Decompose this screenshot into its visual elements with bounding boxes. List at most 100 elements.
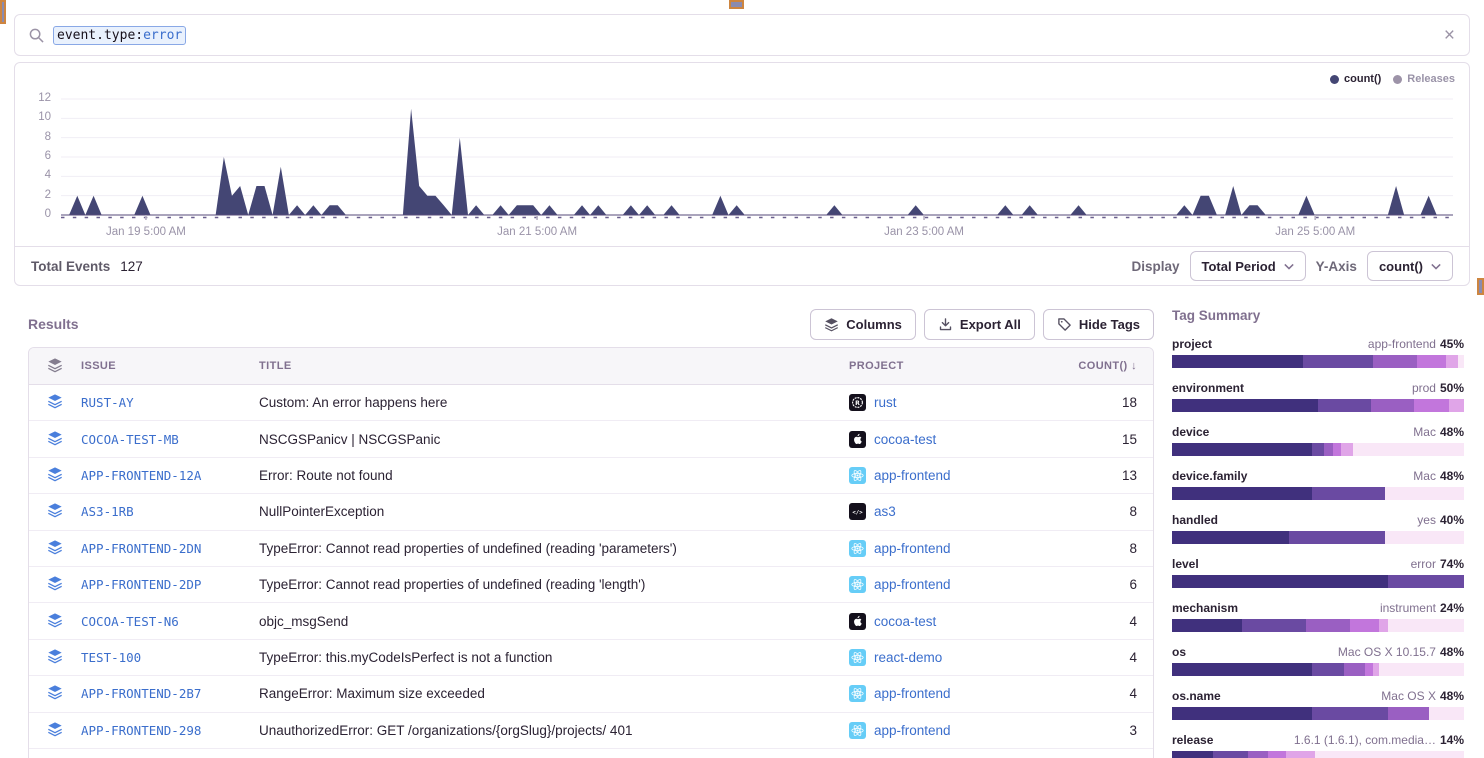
legend-item[interactable]: count() bbox=[1330, 73, 1381, 85]
chart-legend[interactable]: count() Releases bbox=[1330, 73, 1455, 85]
issue-stack-icon[interactable] bbox=[47, 721, 63, 740]
table-row[interactable]: APP-FRONTEND-298 UnauthorizedError: GET … bbox=[29, 713, 1153, 749]
issue-stack-icon[interactable] bbox=[47, 612, 63, 631]
project-link[interactable]: cocoa-test bbox=[874, 432, 936, 447]
event-count: 15 bbox=[1061, 432, 1153, 447]
react-platform-icon bbox=[849, 685, 866, 702]
project-link[interactable]: app-frontend bbox=[874, 723, 951, 738]
table-row[interactable]: APP-FRONTEND-12A Error: Route not found … bbox=[29, 458, 1153, 494]
x-tick-label: Jan 23 5:00 AM bbox=[884, 226, 964, 238]
table-row[interactable]: APP-FRONTEND-2DP TypeError: Cannot read … bbox=[29, 567, 1153, 603]
issue-link[interactable]: RUST-AY bbox=[81, 395, 134, 410]
issue-stack-icon[interactable] bbox=[47, 393, 63, 412]
tag-name: os.name bbox=[1172, 689, 1221, 703]
tag-top-value: yes bbox=[1417, 513, 1436, 527]
results-title: Results bbox=[28, 316, 79, 332]
clear-search-icon[interactable]: × bbox=[1444, 26, 1455, 45]
issue-title: NullPointerException bbox=[259, 504, 384, 519]
tag-name: project bbox=[1172, 337, 1212, 351]
y-tick-label: 6 bbox=[45, 150, 51, 162]
project-link[interactable]: rust bbox=[874, 395, 897, 410]
tag-distribution-bar[interactable] bbox=[1172, 443, 1464, 456]
issue-stack-icon[interactable] bbox=[47, 648, 63, 667]
issue-stack-icon[interactable] bbox=[47, 575, 63, 594]
chevron-down-icon bbox=[1284, 263, 1294, 270]
project-link[interactable]: cocoa-test bbox=[874, 614, 936, 629]
tag-distribution-bar[interactable] bbox=[1172, 751, 1464, 758]
x-tick-label: Jan 21 5:00 AM bbox=[497, 226, 577, 238]
project-link[interactable]: react-demo bbox=[874, 650, 942, 665]
issue-link[interactable]: AS3-1RB bbox=[81, 504, 134, 519]
tag-distribution-bar[interactable] bbox=[1172, 707, 1464, 720]
table-row[interactable]: TEST-100 TypeError: this.myCodeIsPerfect… bbox=[29, 640, 1153, 676]
yaxis-dropdown[interactable]: count() bbox=[1367, 251, 1453, 281]
tag-distribution-bar[interactable] bbox=[1172, 531, 1464, 544]
sort-desc-icon: ↓ bbox=[1131, 360, 1137, 372]
table-row[interactable]: COCOA-TEST-MB NSCGSPanicv | NSCGSPanic c… bbox=[29, 421, 1153, 457]
tag-top-percent: 14% bbox=[1440, 733, 1464, 747]
legend-dot-icon bbox=[1330, 75, 1339, 84]
tag-distribution-bar[interactable] bbox=[1172, 399, 1464, 412]
column-header-project[interactable]: PROJECT bbox=[849, 360, 1061, 372]
area-chart[interactable] bbox=[61, 87, 1453, 222]
results-table: ISSUE TITLE PROJECT COUNT() ↓ RUST-AY Cu… bbox=[28, 347, 1154, 758]
column-header-issue[interactable]: ISSUE bbox=[81, 360, 259, 372]
yaxis-dropdown-value: count() bbox=[1379, 259, 1423, 274]
column-header-title[interactable]: TITLE bbox=[259, 360, 849, 372]
tag-top-percent: 24% bbox=[1440, 601, 1464, 615]
apple-platform-icon bbox=[849, 431, 866, 448]
tag-top-percent: 48% bbox=[1440, 689, 1464, 703]
display-dropdown[interactable]: Total Period bbox=[1190, 251, 1306, 281]
tag-distribution-bar[interactable] bbox=[1172, 575, 1464, 588]
table-row[interactable]: APP-FRONTEND-2DN TypeError: Cannot read … bbox=[29, 531, 1153, 567]
chart-footer: Total Events 127 Display Total Period Y-… bbox=[15, 246, 1469, 285]
y-tick-label: 4 bbox=[45, 169, 51, 181]
column-header-count[interactable]: COUNT() ↓ bbox=[1061, 360, 1153, 372]
search-query-token[interactable]: event.type:error bbox=[53, 26, 186, 45]
issue-link[interactable]: APP-FRONTEND-298 bbox=[81, 723, 201, 738]
tag-distribution-bar[interactable] bbox=[1172, 663, 1464, 676]
table-row[interactable]: RUST-AY Custom: An error happens here Rr… bbox=[29, 385, 1153, 421]
issue-stack-icon[interactable] bbox=[47, 539, 63, 558]
issue-link[interactable]: APP-FRONTEND-2B7 bbox=[81, 686, 201, 701]
event-count: 13 bbox=[1061, 468, 1153, 483]
tag-distribution-bar[interactable] bbox=[1172, 355, 1464, 368]
project-link[interactable]: app-frontend bbox=[874, 541, 951, 556]
tag-summary-item: device Mac 48% bbox=[1172, 425, 1464, 456]
project-link[interactable]: app-frontend bbox=[874, 686, 951, 701]
table-row[interactable] bbox=[29, 749, 1153, 758]
edge-handle bbox=[0, 0, 6, 24]
table-row[interactable]: AS3-1RB NullPointerException </>as3 8 bbox=[29, 494, 1153, 530]
issue-link[interactable]: APP-FRONTEND-2DN bbox=[81, 541, 201, 556]
table-row[interactable]: APP-FRONTEND-2B7 RangeError: Maximum siz… bbox=[29, 676, 1153, 712]
export-all-button[interactable]: Export All bbox=[924, 309, 1035, 340]
issue-link[interactable]: COCOA-TEST-N6 bbox=[81, 614, 179, 629]
project-link[interactable]: app-frontend bbox=[874, 468, 951, 483]
project-link[interactable]: app-frontend bbox=[874, 577, 951, 592]
issue-stack-icon[interactable] bbox=[47, 684, 63, 703]
project-link[interactable]: as3 bbox=[874, 504, 896, 519]
apple-platform-icon bbox=[849, 613, 866, 630]
tag-distribution-bar[interactable] bbox=[1172, 619, 1464, 632]
columns-button[interactable]: Columns bbox=[810, 309, 916, 340]
project-cell: app-frontend bbox=[849, 685, 1061, 702]
issue-link[interactable]: TEST-100 bbox=[81, 650, 141, 665]
event-count: 18 bbox=[1061, 395, 1153, 410]
hide-tags-button[interactable]: Hide Tags bbox=[1043, 309, 1154, 340]
issue-stack-icon[interactable] bbox=[47, 430, 63, 449]
table-row[interactable]: COCOA-TEST-N6 objc_msgSend cocoa-test 4 bbox=[29, 603, 1153, 639]
issue-link[interactable]: APP-FRONTEND-2DP bbox=[81, 577, 201, 592]
tag-name: level bbox=[1172, 557, 1199, 571]
download-icon bbox=[938, 317, 953, 332]
yaxis-label: Y-Axis bbox=[1316, 259, 1357, 274]
issue-link[interactable]: APP-FRONTEND-12A bbox=[81, 468, 201, 483]
tag-summary-item: level error 74% bbox=[1172, 557, 1464, 588]
issue-link[interactable]: COCOA-TEST-MB bbox=[81, 432, 179, 447]
search-bar[interactable]: event.type:error × bbox=[14, 14, 1470, 56]
y-axis-labels: 024681012 bbox=[15, 87, 55, 222]
issue-stack-icon[interactable] bbox=[47, 502, 63, 521]
tag-distribution-bar[interactable] bbox=[1172, 487, 1464, 500]
issue-title: TypeError: Cannot read properties of und… bbox=[259, 541, 677, 556]
legend-item[interactable]: Releases bbox=[1393, 73, 1455, 85]
issue-stack-icon[interactable] bbox=[47, 466, 63, 485]
